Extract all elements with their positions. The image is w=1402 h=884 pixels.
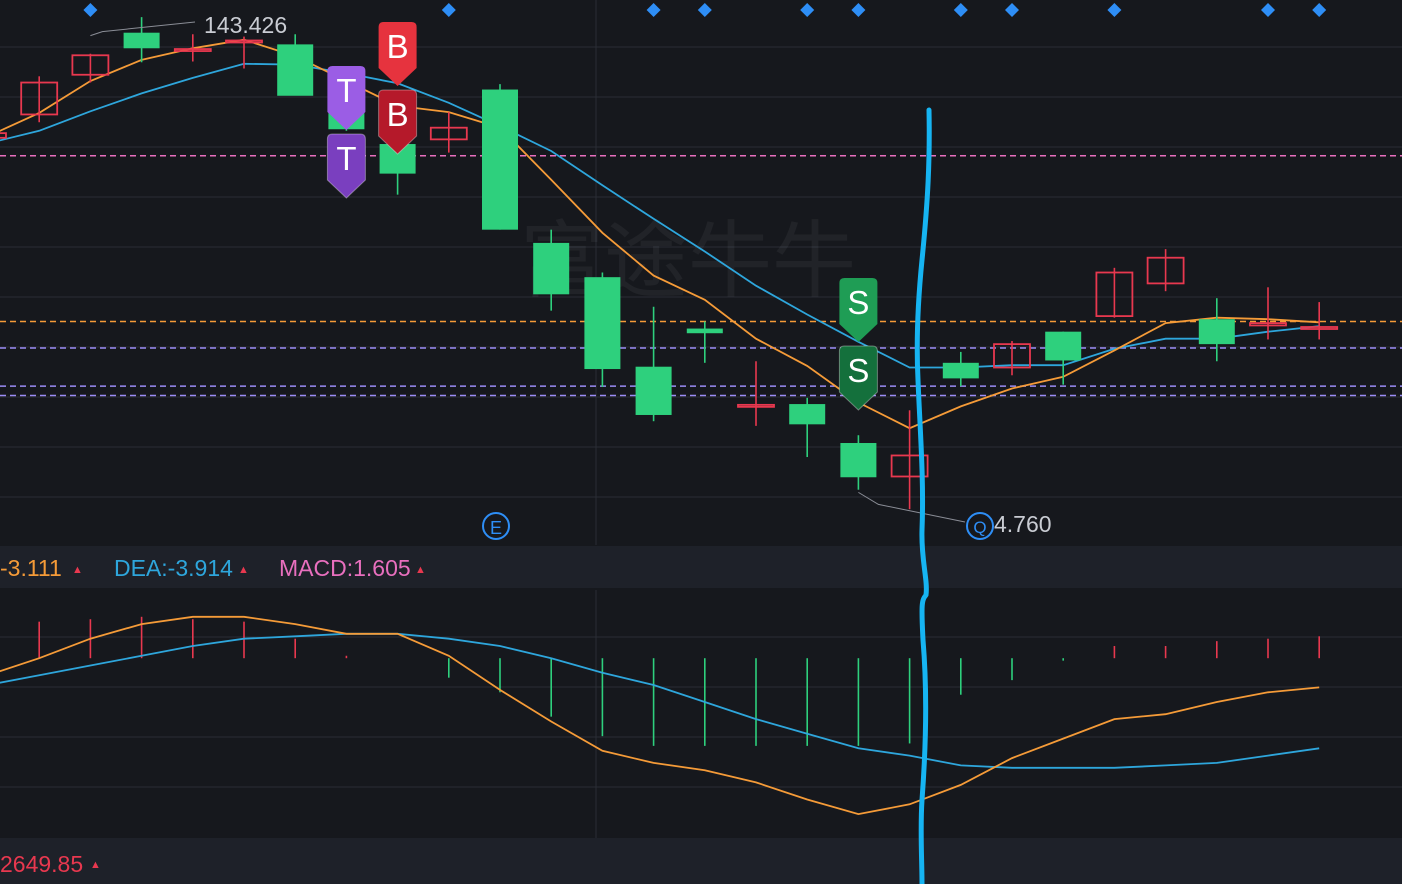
high-price-label: 143.426 — [204, 12, 287, 38]
candle-body[interactable] — [635, 366, 672, 415]
signal-tag-label: B — [387, 96, 409, 133]
chart-background — [0, 0, 1402, 884]
bottom-arrow-up-icon: ▲ — [90, 859, 101, 871]
signal-tag-label: T — [336, 140, 356, 177]
candle-body[interactable] — [1045, 331, 1082, 361]
event-e-label: E — [490, 518, 502, 538]
candle-body[interactable] — [789, 404, 826, 425]
watermark: 富途牛牛 — [520, 214, 856, 308]
dif-value: -3.111 — [0, 555, 62, 581]
bottom-panel — [0, 838, 1402, 884]
signal-tag-label: S — [847, 352, 869, 389]
signal-tag-label: B — [387, 28, 409, 65]
macd-arrow-up-icon: ▲ — [415, 564, 426, 576]
dea-arrow-up-icon: ▲ — [238, 564, 249, 576]
stock-chart: 富途牛牛 TTBBSS 143.4264.760 EQ -3.111 ▲ DEA… — [0, 0, 1402, 884]
candle-body[interactable] — [533, 242, 570, 295]
bottom-indicator-value: 2649.85 — [0, 851, 83, 877]
candle-body[interactable] — [942, 362, 979, 379]
signal-tag-label: S — [847, 284, 869, 321]
candle-body[interactable] — [840, 443, 877, 478]
dea-value: DEA:-3.914 — [114, 555, 233, 581]
low-price-label: 4.760 — [994, 511, 1052, 537]
event-q-label: Q — [973, 518, 986, 537]
macd-value: MACD:1.605 — [279, 555, 411, 581]
candle-body[interactable] — [584, 277, 621, 370]
signal-tag-label: T — [336, 72, 356, 109]
candle-body[interactable] — [123, 32, 160, 49]
candle-body[interactable] — [686, 328, 723, 334]
candle-body[interactable] — [277, 44, 314, 96]
candle-body[interactable] — [1198, 319, 1235, 345]
dif-arrow-up-icon: ▲ — [72, 564, 83, 576]
candle-body[interactable] — [482, 89, 518, 230]
